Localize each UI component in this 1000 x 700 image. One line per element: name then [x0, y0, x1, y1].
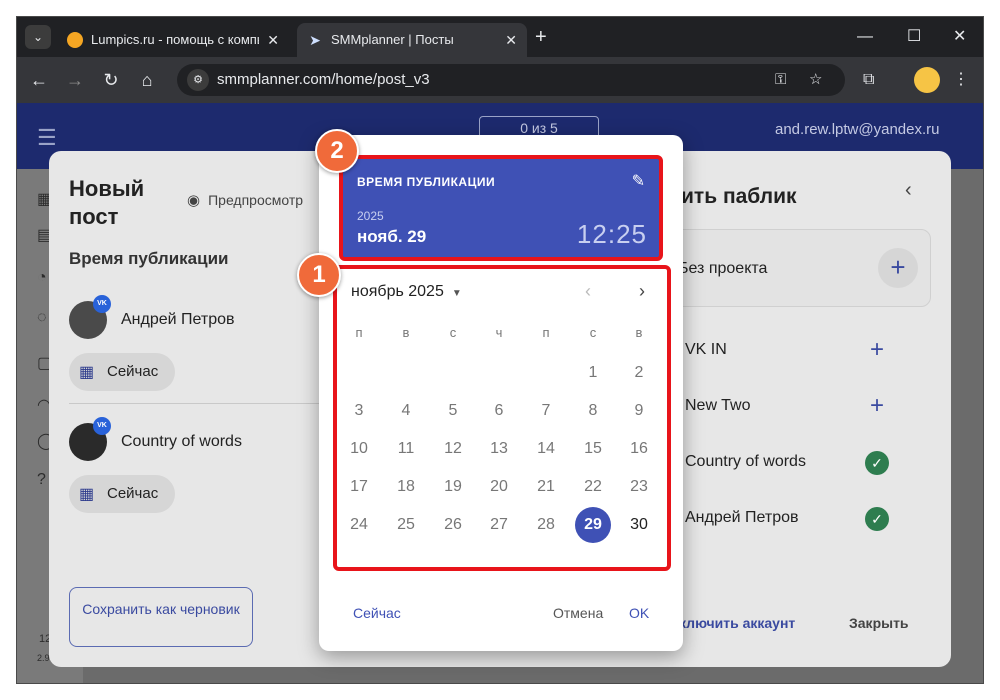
tab-close-icon[interactable]: ✕ [267, 23, 279, 57]
minimize-button[interactable]: — [857, 25, 873, 49]
chip-label: Сейчас [107, 363, 159, 380]
profile-avatar[interactable] [914, 67, 940, 93]
connect-account-button[interactable]: ключить аккаунт [679, 615, 795, 631]
account-name: Country of words [121, 433, 242, 450]
channel-name: Country of words [685, 453, 806, 470]
project-box: Без проекта + [653, 229, 931, 307]
browser-toolbar: ← → ↻ ⌂ ⚙ smmplanner.com/home/post_v3 ⚿ … [17, 57, 983, 103]
tab-search-button[interactable]: ⌄ [25, 25, 51, 49]
browser-window: ⌄ Lumpics.ru - помощь с компь ✕ ➤ SMMpla… [16, 16, 984, 684]
channel-name: VK IN [685, 341, 727, 358]
check-circle-icon[interactable]: ✓ [865, 507, 889, 531]
publish-now-chip[interactable]: ▦ Сейчас [69, 475, 175, 513]
channel-name: New Two [685, 397, 751, 414]
now-button[interactable]: Сейчас [353, 605, 401, 621]
hamburger-menu-icon[interactable]: ☰ [37, 125, 57, 151]
tab-close-icon[interactable]: ✕ [505, 23, 517, 57]
tab-title: Lumpics.ru - помощь с компь [91, 32, 259, 47]
new-tab-button[interactable]: + [535, 25, 547, 49]
ok-button[interactable]: OK [629, 605, 649, 621]
publish-time-heading: Время публикации [69, 249, 229, 268]
star-icon[interactable]: ☆ [809, 69, 822, 91]
add-channel-icon[interactable]: + [865, 394, 889, 419]
highlight-box-calendar [333, 265, 671, 571]
cancel-button[interactable]: Отмена [553, 605, 603, 621]
preview-button[interactable]: ◉ Предпросмотр [187, 191, 303, 209]
calendar-clock-icon: ▦ [79, 364, 95, 381]
dialog-title: Новый пост [69, 176, 145, 229]
close-button[interactable]: Закрыть [849, 615, 909, 631]
preview-label: Предпросмотр [208, 192, 304, 208]
vk-badge-icon: VK [93, 295, 111, 313]
user-email[interactable]: and.rew.lptw@yandex.ru [775, 121, 939, 138]
tab-smmplanner[interactable]: ➤ SMMplanner | Посты ✕ [297, 23, 527, 57]
right-panel-title: ить паблик [681, 185, 797, 208]
add-project-icon[interactable]: + [878, 248, 918, 288]
annotation-badge-1: 1 [297, 253, 341, 297]
address-bar[interactable]: ⚙ smmplanner.com/home/post_v3 ⚿ ☆ [177, 64, 845, 96]
smmplanner-favicon-icon: ➤ [309, 32, 321, 48]
home-icon[interactable]: ⌂ [135, 68, 159, 92]
key-icon[interactable]: ⚿ [775, 69, 786, 91]
check-circle-icon[interactable]: ✓ [865, 451, 889, 475]
browser-menu-icon[interactable]: ⋮ [953, 68, 969, 92]
highlight-box-header [339, 155, 663, 261]
forward-icon[interactable]: → [63, 68, 87, 92]
publish-now-chip[interactable]: ▦ Сейчас [69, 353, 175, 391]
reload-icon[interactable]: ↻ [99, 68, 123, 92]
lumpics-favicon-icon [67, 32, 83, 48]
chip-label: Сейчас [107, 485, 159, 502]
url-text: smmplanner.com/home/post_v3 [217, 71, 430, 88]
project-name: Без проекта [678, 260, 768, 277]
back-icon[interactable]: ← [27, 68, 51, 92]
save-draft-button[interactable]: Сохранить как черновик [69, 587, 253, 647]
vk-badge-icon: VK [93, 417, 111, 435]
channel-name: Андрей Петров [685, 509, 799, 526]
divider [69, 403, 329, 404]
add-channel-icon[interactable]: + [865, 338, 889, 363]
close-window-button[interactable]: ✕ [953, 25, 966, 49]
account-name: Андрей Петров [121, 311, 235, 328]
maximize-button[interactable]: ☐ [907, 25, 921, 49]
tab-lumpics[interactable]: Lumpics.ru - помощь с компь ✕ [57, 23, 289, 57]
tab-title: SMMplanner | Посты [331, 32, 454, 47]
eye-icon: ◉ [187, 192, 201, 209]
extensions-icon[interactable]: ⧉ [863, 68, 874, 92]
calendar-clock-icon: ▦ [79, 486, 95, 503]
tab-strip: ⌄ Lumpics.ru - помощь с компь ✕ ➤ SMMpla… [17, 17, 983, 57]
site-info-icon[interactable]: ⚙ [187, 69, 209, 91]
annotation-badge-2: 2 [315, 129, 359, 173]
chevron-left-icon[interactable]: ‹ [905, 179, 912, 202]
date-picker-dialog: ВРЕМЯ ПУБЛИКАЦИИ ✎ 2025 нояб. 29 12:25 н… [297, 129, 683, 651]
